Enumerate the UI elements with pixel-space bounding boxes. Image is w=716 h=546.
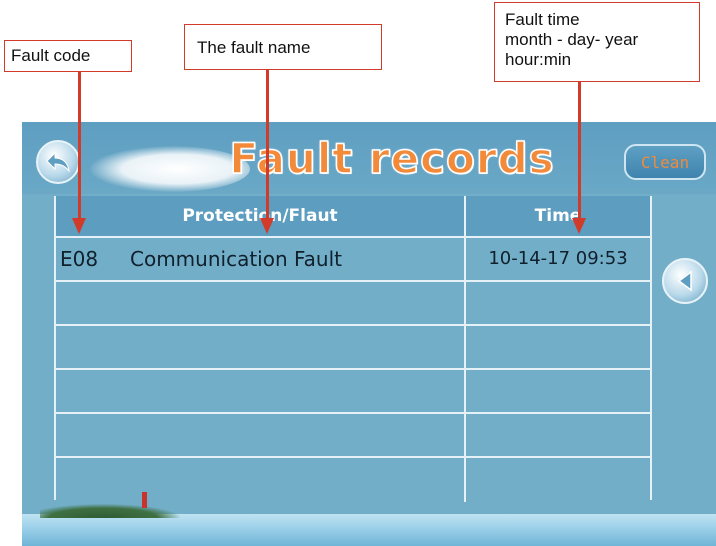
fault-cell [56,282,466,324]
table-row[interactable]: E08 Communication Fault 10-14-17 09:53 [56,238,650,282]
clean-button[interactable]: Clean [624,144,706,180]
fault-time: 10-14-17 09:53 [488,248,628,269]
fault-cell: E08 Communication Fault [56,238,466,280]
fault-code: E08 [60,247,99,271]
fault-name-callout: The fault name [184,24,382,70]
lighthouse-decoration [142,492,147,508]
fault-records-table: Protection/Flaut Time E08 Communication … [54,196,652,502]
fault-cell [56,326,466,368]
fault-code-callout-text: Fault code [11,46,91,65]
fault-name-arrow-line [266,70,269,220]
fault-time-callout: Fault time month - day- year hour:min [494,2,700,82]
time-cell [466,326,650,368]
fault-time-arrow-head [572,218,586,234]
time-cell [466,282,650,324]
back-arrow-icon [46,151,70,173]
fault-name-arrow-head [260,218,274,234]
table-row[interactable] [56,414,650,458]
fault-cell [56,458,466,502]
next-page-button[interactable] [662,258,708,304]
time-cell [466,414,650,456]
fault-time-callout-line-2: month - day- year [505,30,639,49]
fault-records-screen: Fault records Clean Protection/Flaut Tim… [22,122,716,546]
table-header: Protection/Flaut Time [56,196,650,238]
fault-time-arrow-line [578,82,581,220]
left-triangle-icon [677,270,692,292]
fault-time-callout-line-1: Fault time [505,10,580,29]
table-row[interactable] [56,282,650,326]
table-row[interactable] [56,326,650,370]
fault-name: Communication Fault [130,247,342,271]
island-decoration [40,504,180,518]
fault-time-callout-line-3: hour:min [505,50,572,69]
time-cell: 10-14-17 09:53 [466,238,650,280]
table-row[interactable] [56,370,650,414]
fault-code-arrow-line [78,72,81,220]
time-cell [466,458,650,502]
fault-code-callout: Fault code [4,40,132,72]
header-time: Time [534,206,582,226]
fault-code-arrow-head [72,218,86,234]
fault-cell [56,414,466,456]
fault-cell [56,370,466,412]
sea-decoration [22,514,716,546]
back-button[interactable] [36,140,80,184]
fault-name-callout-text: The fault name [197,38,311,57]
time-cell [466,370,650,412]
